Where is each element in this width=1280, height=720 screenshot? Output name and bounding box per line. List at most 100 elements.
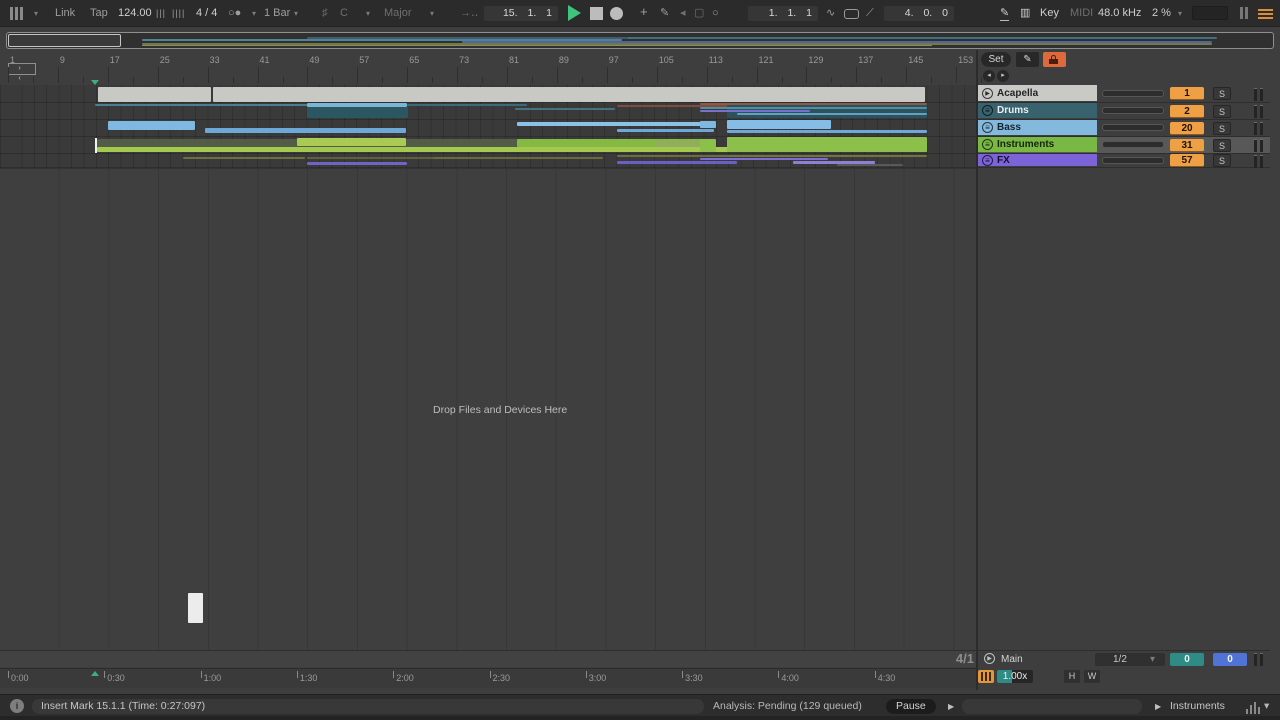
track-fader-slot[interactable]	[1102, 124, 1164, 131]
clip[interactable]	[700, 158, 828, 160]
track-value-box[interactable]: 20	[1170, 122, 1204, 135]
key-map-button[interactable]: Key	[1040, 6, 1059, 21]
group-fold-icon[interactable]: ≡	[982, 122, 993, 133]
expand-icon[interactable]: ▶	[948, 699, 954, 714]
clip[interactable]	[108, 121, 195, 130]
track-name-block[interactable]: ≡Bass	[978, 120, 1097, 135]
capture-midi-icon[interactable]: ✎	[660, 6, 669, 21]
solo-button[interactable]: S	[1213, 154, 1231, 167]
link-button[interactable]: Link	[55, 6, 75, 21]
computer-midi-keyboard-icon[interactable]: ▥	[1020, 6, 1030, 21]
punch-out-icon[interactable]: ⟋	[866, 6, 874, 21]
track-header-row[interactable]: ≡Instruments 31 S	[978, 137, 1270, 154]
options-bars-icon[interactable]	[10, 7, 25, 22]
clip[interactable]	[515, 108, 615, 110]
solo-button[interactable]: S	[1213, 105, 1231, 118]
clip[interactable]	[837, 164, 903, 166]
scale-name-menu[interactable]: Major	[384, 6, 412, 21]
time-ruler-marker[interactable]	[91, 671, 99, 676]
clip[interactable]	[617, 161, 737, 164]
clip[interactable]	[98, 87, 211, 102]
track-value-box[interactable]: 2	[1170, 105, 1204, 118]
menu-icon[interactable]	[1258, 7, 1273, 22]
track-header-row[interactable]: ≡Bass20S	[978, 120, 1270, 137]
overview-view-window[interactable]	[8, 34, 121, 47]
automation-arm-icon[interactable]: ○	[712, 6, 719, 21]
clip[interactable]	[213, 87, 925, 102]
clip[interactable]	[297, 138, 406, 146]
draw-automation-button[interactable]: ✎	[1016, 52, 1039, 67]
options-caret-icon[interactable]: ▾	[34, 6, 38, 21]
previous-locator-button[interactable]: ◂	[983, 70, 995, 82]
main-unfold-icon[interactable]: ▶	[984, 653, 995, 664]
main-track-row[interactable]: ▶ Main 1/2 ▾ 0 0	[978, 650, 1270, 667]
quantize-menu[interactable]: 1 Bar	[264, 6, 290, 21]
track-name-block[interactable]: ▶Acapella	[978, 85, 1097, 101]
track-header-row[interactable]: ▶Acapella1S	[978, 85, 1270, 103]
main-send-value[interactable]: 0	[1170, 653, 1204, 666]
arrangement-position-field[interactable]: 15. 1. 1	[484, 6, 558, 21]
track-play-icon[interactable]: ▶	[982, 88, 993, 99]
clip[interactable]	[617, 155, 730, 157]
pause-analysis-button[interactable]: Pause	[886, 699, 936, 714]
metronome-caret-icon[interactable]: ▾	[252, 6, 256, 21]
draw-mode-icon[interactable]: ✎	[1000, 6, 1009, 21]
scale-root-menu[interactable]: C	[340, 6, 348, 21]
zoom-width-button[interactable]: W	[1084, 670, 1100, 683]
floating-clip[interactable]	[188, 593, 203, 623]
main-pan-value[interactable]: 0	[1213, 653, 1247, 666]
clip[interactable]	[205, 128, 406, 133]
set-locator-button[interactable]: Set	[981, 52, 1011, 67]
next-locator-button[interactable]: ▸	[997, 70, 1009, 82]
clip[interactable]	[407, 104, 527, 106]
clip[interactable]	[727, 130, 927, 133]
clip[interactable]	[700, 107, 927, 109]
scale-root-caret-icon[interactable]: ▾	[366, 6, 370, 21]
clip[interactable]	[700, 139, 716, 152]
time-signature-field[interactable]: 4 / 4	[196, 6, 217, 21]
metronome-icon[interactable]: ○●	[228, 6, 241, 21]
loop-start-field[interactable]: 1. 1. 1	[748, 6, 818, 21]
group-fold-icon[interactable]: ≡	[982, 139, 993, 150]
zoom-height-button[interactable]: H	[1064, 670, 1080, 683]
clip[interactable]	[517, 122, 714, 126]
clip[interactable]	[700, 110, 810, 112]
track-fader-slot[interactable]	[1102, 157, 1164, 164]
nudge-down-button[interactable]: |||	[156, 6, 166, 21]
track-fader-slot[interactable]	[1102, 107, 1164, 114]
track-value-box[interactable]: 31	[1170, 139, 1204, 152]
solo-button[interactable]: S	[1213, 139, 1231, 152]
clip[interactable]	[307, 162, 407, 165]
record-button[interactable]	[610, 7, 623, 20]
track-header-row[interactable]: ≡FX57S	[978, 154, 1270, 168]
horizontal-scroll-band[interactable]	[0, 650, 976, 667]
midi-keys-icon[interactable]	[978, 670, 994, 683]
time-ruler[interactable]: 0:000:301:001:302:002:303:003:304:004:30	[0, 668, 976, 688]
group-fold-icon[interactable]: ≡	[982, 105, 993, 116]
clip[interactable]	[617, 129, 714, 132]
scale-icon[interactable]: ♯	[322, 6, 328, 21]
midi-arrangement-overdub-icon[interactable]: ◂	[680, 6, 686, 21]
tempo-field[interactable]: 124.00	[118, 6, 152, 21]
quantize-caret-icon[interactable]: ▾	[294, 6, 298, 21]
clip[interactable]	[307, 107, 408, 118]
session-record-frame-icon[interactable]: ▢	[694, 6, 704, 21]
lock-envelopes-button[interactable]	[1043, 52, 1066, 67]
nudge-up-button[interactable]: ||||	[172, 6, 185, 21]
clip[interactable]	[700, 121, 716, 128]
stop-button[interactable]	[590, 7, 603, 20]
track-fader-slot[interactable]	[1102, 141, 1164, 148]
midi-map-button[interactable]: MIDI	[1070, 6, 1093, 21]
arrangement-overview[interactable]	[6, 32, 1274, 49]
clip[interactable]	[727, 155, 927, 157]
info-icon[interactable]: i	[10, 699, 24, 713]
track-name-block[interactable]: ≡Instruments	[978, 137, 1097, 152]
cpu-load-value[interactable]: 2 %	[1152, 6, 1171, 21]
clip[interactable]	[737, 113, 927, 115]
cpu-caret-icon[interactable]: ▾	[1178, 6, 1182, 21]
beat-time-ruler[interactable]: › ‹ 191725334149576573818997105113121129…	[0, 50, 976, 85]
track-value-box[interactable]: 57	[1170, 154, 1204, 167]
track-header-row[interactable]: ≡Drums2S	[978, 103, 1270, 120]
tap-tempo-button[interactable]: Tap	[90, 6, 108, 21]
punch-in-icon[interactable]: ∿	[826, 6, 835, 21]
